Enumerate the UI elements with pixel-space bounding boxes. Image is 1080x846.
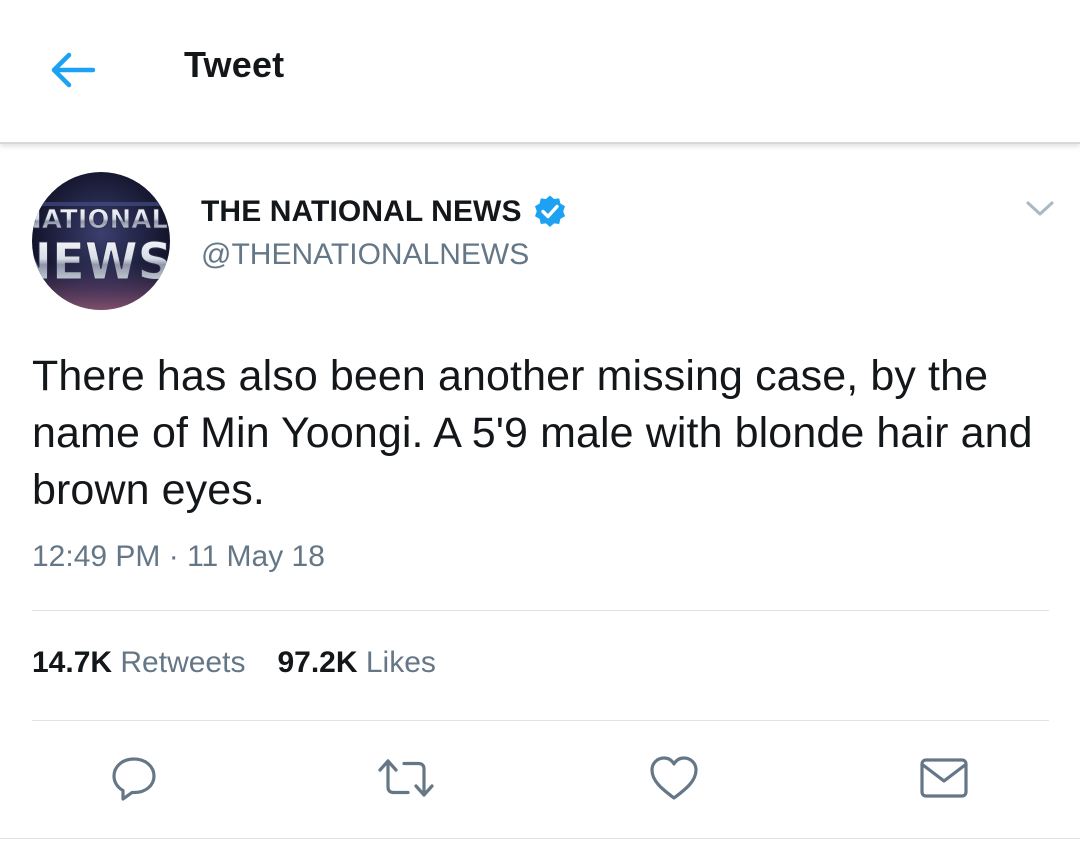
share-button[interactable]: [916, 752, 972, 808]
chevron-down-icon: [1025, 199, 1055, 224]
reply-button[interactable]: [106, 752, 162, 808]
divider: [32, 610, 1049, 611]
author-handle[interactable]: @THENATIONALNEWS: [201, 238, 529, 272]
reply-bubble-icon: [109, 753, 159, 808]
retweet-icon: [378, 753, 434, 808]
author-display-name: THE NATIONAL NEWS: [201, 195, 522, 228]
retweets-stat[interactable]: 14.7K Retweets: [32, 646, 245, 680]
tweet-timestamp[interactable]: 12:49 PM · 11 May 18: [32, 540, 325, 574]
divider: [0, 838, 1080, 839]
more-options-button[interactable]: [1020, 196, 1060, 226]
envelope-icon: [919, 756, 969, 805]
heart-icon: [648, 754, 700, 807]
page-title: Tweet: [184, 44, 285, 85]
tweet-text: There has also been another missing case…: [32, 352, 1033, 514]
divider: [32, 720, 1049, 721]
tweet-stats: 14.7K Retweets 97.2K Likes: [32, 646, 436, 680]
likes-count: 97.2K: [277, 646, 366, 679]
author-name[interactable]: THE NATIONAL NEWS: [201, 194, 568, 230]
like-button[interactable]: [646, 752, 702, 808]
retweet-button[interactable]: [378, 752, 434, 808]
app-header: Tweet: [0, 0, 1080, 144]
likes-stat[interactable]: 97.2K Likes: [277, 646, 435, 680]
avatar-logo-line1: NATIONAL: [32, 205, 168, 235]
retweets-label: Retweets: [120, 646, 246, 679]
likes-label: Likes: [365, 646, 436, 679]
avatar[interactable]: NATIONAL NEWS: [32, 172, 170, 310]
back-button[interactable]: [44, 48, 100, 96]
retweets-count: 14.7K: [32, 646, 121, 679]
verified-badge-icon: [532, 194, 568, 230]
avatar-logo-line2: NEWS: [32, 232, 170, 291]
arrow-left-icon: [49, 50, 96, 95]
